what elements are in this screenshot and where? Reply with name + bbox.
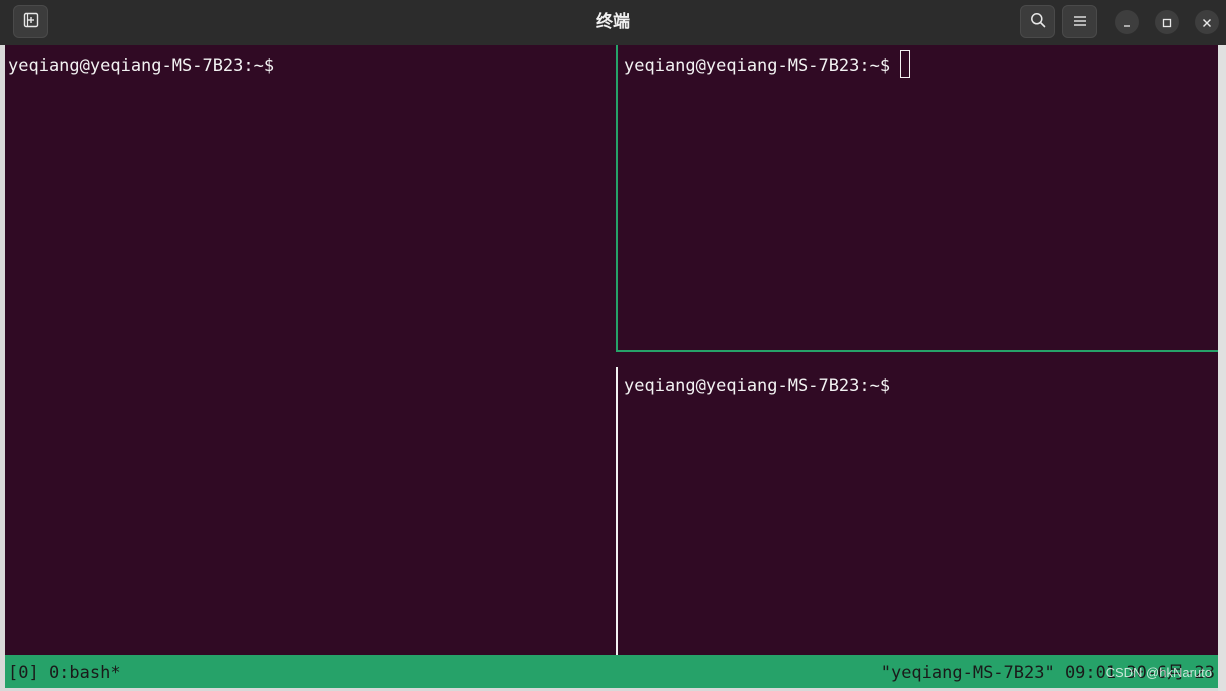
close-button[interactable] xyxy=(1195,10,1219,34)
shell-prompt: yeqiang@yeqiang-MS-7B23:~$ xyxy=(624,376,891,396)
tmux-status-right: "yeqiang-MS-7B23" 09:01 30-6月-23 xyxy=(880,663,1215,683)
search-button[interactable] xyxy=(1020,5,1055,38)
minimize-button[interactable] xyxy=(1115,10,1139,34)
maximize-button[interactable] xyxy=(1155,10,1179,34)
hamburger-menu-icon xyxy=(1073,12,1087,31)
shell-prompt: yeqiang@yeqiang-MS-7B23:~$ xyxy=(8,56,275,76)
terminal-pane-bottom-right[interactable]: yeqiang@yeqiang-MS-7B23:~$ xyxy=(618,352,1218,655)
tmux-status-bar: [0] 0:bash* "yeqiang-MS-7B23" 09:01 30-6… xyxy=(5,655,1218,688)
pane-divider-horizontal[interactable] xyxy=(618,350,1218,352)
shell-prompt-active: yeqiang@yeqiang-MS-7B23:~$ xyxy=(624,50,911,78)
pane-divider-vertical[interactable] xyxy=(616,367,618,655)
terminal-pane-top-right[interactable]: yeqiang@yeqiang-MS-7B23:~$ xyxy=(618,45,1218,350)
close-icon xyxy=(1202,13,1212,32)
pane-divider-gap xyxy=(616,352,618,367)
minimize-icon xyxy=(1122,13,1132,32)
tmux-window-list[interactable]: [0] 0:bash* xyxy=(8,655,121,688)
shell-prompt-text: yeqiang@yeqiang-MS-7B23:~$ xyxy=(624,56,891,76)
terminal-pane-left[interactable]: yeqiang@yeqiang-MS-7B23:~$ xyxy=(5,45,616,655)
terminal-area[interactable]: yeqiang@yeqiang-MS-7B23:~$ yeqiang@yeqia… xyxy=(5,45,1218,655)
search-icon xyxy=(1030,12,1046,32)
new-tab-button[interactable] xyxy=(13,5,48,38)
menu-button[interactable] xyxy=(1062,5,1097,38)
maximize-icon xyxy=(1162,13,1172,32)
pane-divider-vertical-active[interactable] xyxy=(616,45,618,352)
new-tab-icon xyxy=(23,12,39,32)
terminal-window: 终端 yeqiang@yeqiang-MS-7B23:~$ yeqiang@ye… xyxy=(0,0,1226,691)
scrollbar-track[interactable] xyxy=(1218,45,1226,691)
title-bar[interactable]: 终端 xyxy=(0,0,1226,45)
text-cursor xyxy=(900,50,911,78)
